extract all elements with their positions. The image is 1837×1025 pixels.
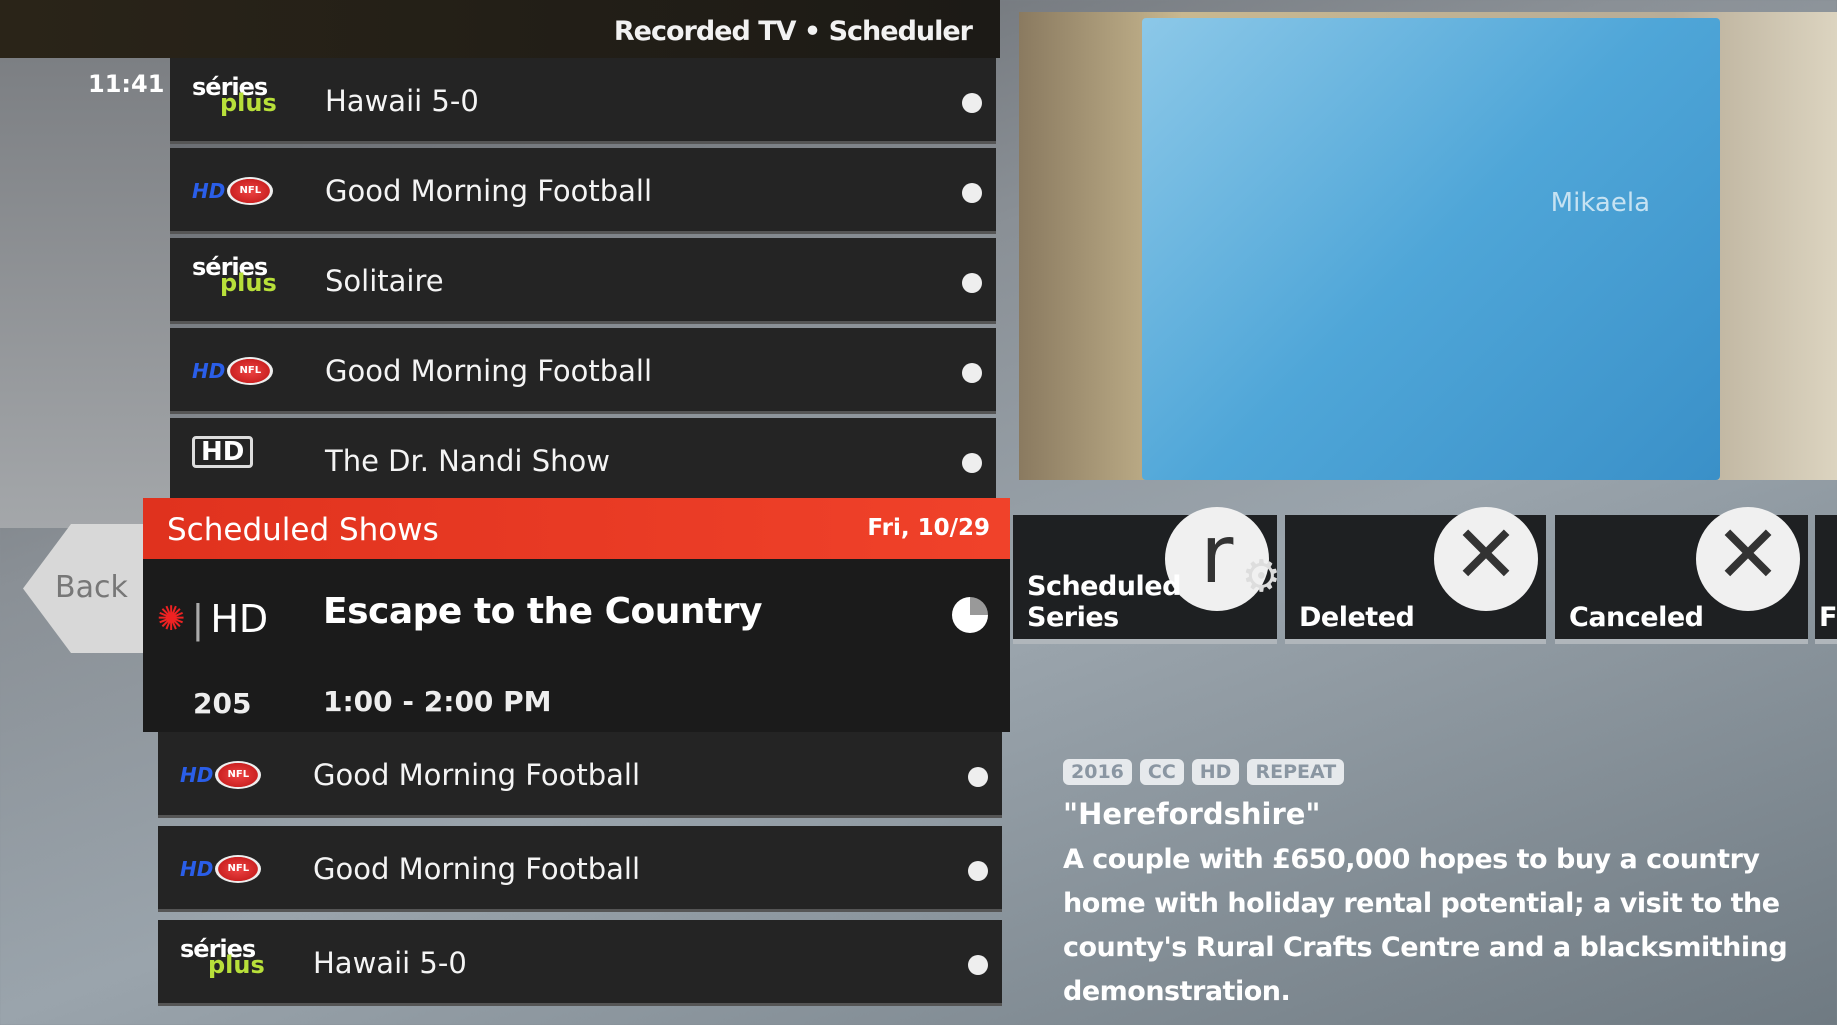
list-item[interactable]: HD NFL Good Morning Football xyxy=(170,148,996,234)
series-plus-logo: séries plus xyxy=(180,935,265,979)
record-status-icon xyxy=(962,93,982,113)
show-title: Good Morning Football xyxy=(313,852,641,886)
cbc-hd-logo: ✺ | HD xyxy=(157,597,269,641)
canceled-tile[interactable]: ✕ Canceled xyxy=(1555,507,1808,644)
breadcrumb: Recorded TV • Scheduler xyxy=(613,16,973,47)
preview-image: Mikaela xyxy=(1142,18,1720,480)
show-title: Hawaii 5-0 xyxy=(313,946,467,980)
x-icon: ✕ xyxy=(1696,507,1800,611)
record-status-icon xyxy=(962,363,982,383)
list-item[interactable]: séries plus Solitaire xyxy=(170,238,996,324)
record-status-icon xyxy=(962,273,982,293)
cbc-hd-logo: HD xyxy=(192,436,292,486)
show-title: Hawaii 5-0 xyxy=(325,84,479,118)
episode-title: "Herefordshire" xyxy=(1063,797,1321,831)
record-status-icon xyxy=(968,861,988,881)
scheduled-series-tile[interactable]: r ⚙ Scheduled Series xyxy=(1013,507,1281,644)
selected-show[interactable]: ✺ | HD Escape to the Country 205 1:00 - 2:… xyxy=(143,559,1010,732)
record-status-icon xyxy=(962,183,982,203)
nfl-hd-logo: HD NFL xyxy=(192,166,292,216)
nfl-hd-logo: HD NFL xyxy=(180,844,280,894)
section-date: Fri, 10/29 xyxy=(867,515,990,541)
video-preview: Mikaela xyxy=(1019,12,1837,480)
record-status-icon xyxy=(962,453,982,473)
time-column xyxy=(0,58,170,528)
show-title: Good Morning Football xyxy=(325,354,653,388)
selected-title: Escape to the Country xyxy=(323,591,762,632)
next-tile[interactable]: F xyxy=(1815,515,1837,644)
deleted-tile[interactable]: ✕ Deleted xyxy=(1285,507,1546,644)
current-time: 11:41 xyxy=(88,70,165,98)
record-status-icon xyxy=(952,597,988,633)
cc-badge: CC xyxy=(1139,759,1184,785)
nfl-hd-logo: HD NFL xyxy=(180,750,280,800)
channel-number: 205 xyxy=(193,687,252,720)
nfl-hd-logo: HD NFL xyxy=(192,346,292,396)
section-title: Scheduled Shows xyxy=(167,512,439,548)
year-badge: 2016 xyxy=(1063,759,1132,785)
x-icon: ✕ xyxy=(1434,507,1538,611)
record-status-icon xyxy=(968,767,988,787)
back-label: Back xyxy=(55,570,128,605)
show-title: Good Morning Football xyxy=(313,758,641,792)
show-title: Solitaire xyxy=(325,264,444,298)
record-status-icon xyxy=(968,955,988,975)
list-item[interactable]: HD NFL Good Morning Football xyxy=(158,826,1002,912)
series-plus-logo: séries plus xyxy=(192,73,277,117)
show-title: Good Morning Football xyxy=(325,174,653,208)
list-item[interactable]: séries plus Hawaii 5-0 xyxy=(158,920,1002,1006)
back-button[interactable]: Back xyxy=(23,524,143,653)
episode-description: A couple with £650,000 hopes to buy a co… xyxy=(1063,844,1788,1007)
hd-badge: HD xyxy=(1191,759,1240,785)
list-item[interactable]: HD NFL Good Morning Football xyxy=(170,328,996,414)
scheduled-shows-header: Scheduled Shows Fri, 10/29 xyxy=(143,498,1010,559)
repeat-badge: REPEAT xyxy=(1247,759,1345,785)
list-item[interactable]: HD The Dr. Nandi Show xyxy=(170,418,996,504)
badges: 2016 CC HD REPEAT xyxy=(1063,759,1345,785)
list-item[interactable]: séries plus Hawaii 5-0 xyxy=(170,58,996,144)
preview-overlay-text: Mikaela xyxy=(1550,188,1650,218)
show-time: 1:00 - 2:00 PM xyxy=(323,685,552,718)
series-plus-logo: séries plus xyxy=(192,253,277,297)
list-item[interactable]: HD NFL Good Morning Football xyxy=(158,732,1002,818)
show-title: The Dr. Nandi Show xyxy=(325,444,610,478)
